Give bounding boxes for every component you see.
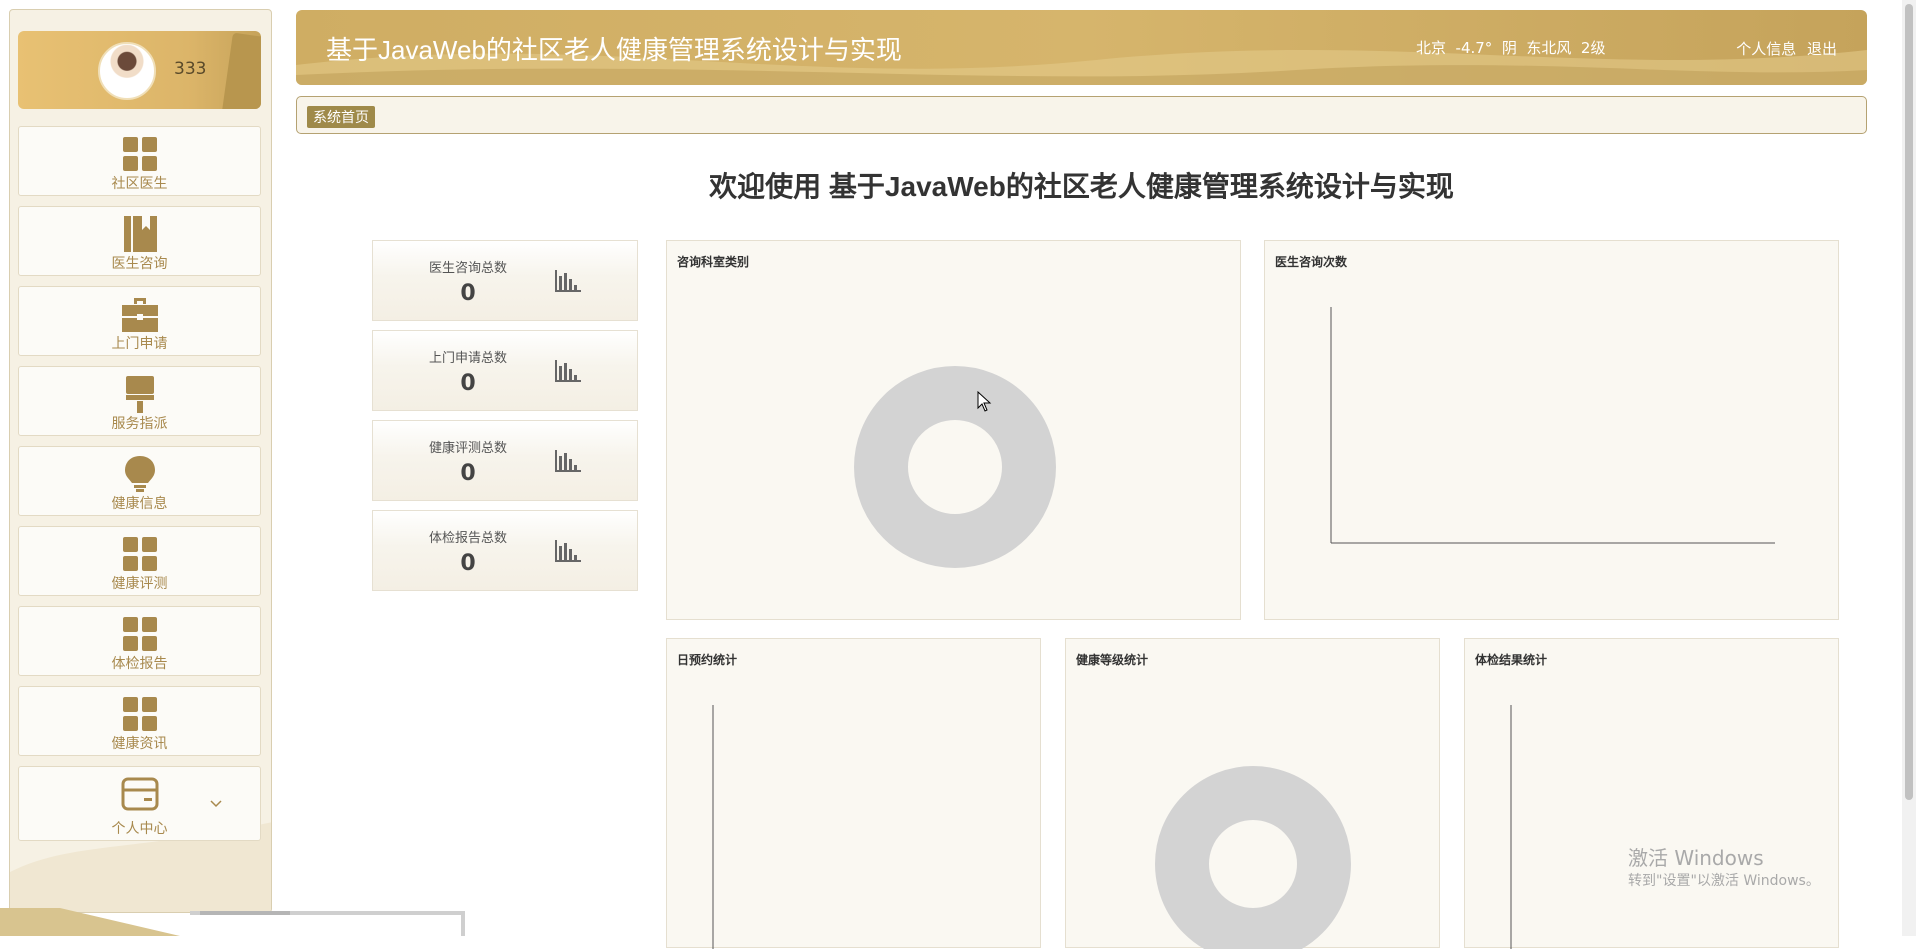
bar-chart-icon bbox=[555, 540, 581, 562]
stat-card-checkup: 体检报告总数 0 bbox=[372, 510, 638, 591]
sidebar-item-label: 个人中心 bbox=[111, 821, 168, 837]
stat-value: 0 bbox=[460, 551, 476, 576]
sidebar-item-label: 服务指派 bbox=[111, 416, 168, 432]
card-fold-decoration bbox=[221, 32, 261, 109]
stat-card-eval: 健康评测总数 0 bbox=[372, 420, 638, 501]
grid-icon bbox=[122, 697, 157, 731]
bar-chart-icon bbox=[555, 360, 581, 382]
stat-value: 0 bbox=[460, 371, 476, 396]
top-header: 基于JavaWeb的社区老人健康管理系统设计与实现 北京 -4.7° 阴 东北风… bbox=[296, 10, 1867, 85]
grid-icon bbox=[122, 617, 157, 651]
sidebar-item-label: 医生咨询 bbox=[111, 256, 168, 272]
lightbulb-icon bbox=[124, 456, 155, 492]
chart-panel-health-level: 健康等级统计 bbox=[1065, 638, 1441, 949]
stat-value: 0 bbox=[460, 281, 476, 306]
welcome-heading: 欢迎使用 基于JavaWeb的社区老人健康管理系统设计与实现 bbox=[709, 171, 1454, 202]
scrollbar-thumb[interactable] bbox=[1905, 4, 1913, 800]
chevron-down-icon[interactable] bbox=[210, 797, 222, 809]
donut-chart[interactable] bbox=[667, 241, 1242, 621]
bar-chart-icon bbox=[555, 270, 581, 292]
background-decoration bbox=[0, 908, 465, 936]
breadcrumb-home[interactable]: 系统首页 bbox=[307, 106, 375, 128]
brush-icon bbox=[125, 376, 154, 413]
stat-card-visit: 上门申请总数 0 bbox=[372, 330, 638, 411]
chart-panel-consult-dept: 咨询科室类别 bbox=[666, 240, 1241, 620]
stat-label: 医生咨询总数 bbox=[428, 261, 507, 276]
empty-donut-ring bbox=[854, 366, 1056, 568]
bar-chart-icon bbox=[555, 450, 581, 472]
windows-activation-hint: 转到"设置"以激活 Windows。 bbox=[1628, 873, 1820, 889]
logout-link[interactable]: 退出 bbox=[1807, 40, 1837, 58]
bookmark-icon bbox=[123, 216, 157, 252]
line-chart[interactable] bbox=[667, 639, 1042, 949]
chart-panel-consult-count: 医生咨询次数 bbox=[1264, 240, 1839, 620]
sidebar-item-personal-center[interactable]: 个人中心 bbox=[18, 766, 261, 841]
stat-value: 0 bbox=[460, 461, 476, 486]
sidebar-item-service-assign[interactable]: 服务指派 bbox=[18, 366, 261, 436]
weather-info: 北京 -4.7° 阴 东北风 2级 bbox=[1416, 39, 1606, 57]
sidebar-item-community-doctor[interactable]: 社区医生 bbox=[18, 126, 261, 196]
page-scrollbar[interactable] bbox=[1902, 0, 1916, 936]
breadcrumb: 系统首页 bbox=[296, 96, 1867, 134]
stat-label: 体检报告总数 bbox=[428, 531, 507, 546]
empty-donut-ring bbox=[1155, 766, 1351, 949]
sidebar-item-home-visit[interactable]: 上门申请 bbox=[18, 286, 261, 356]
profile-link[interactable]: 个人信息 bbox=[1736, 40, 1796, 58]
donut-chart[interactable] bbox=[1066, 639, 1441, 949]
windows-activation-title: 激活 Windows bbox=[1628, 846, 1764, 870]
stat-card-consult: 医生咨询总数 0 bbox=[372, 240, 638, 321]
chart-panel-daily-booking: 日预约统计 bbox=[666, 638, 1042, 949]
avatar bbox=[98, 42, 156, 100]
username: 333 bbox=[174, 59, 207, 79]
sidebar-item-label: 健康资讯 bbox=[111, 736, 168, 752]
sidebar-item-label: 健康信息 bbox=[111, 496, 168, 512]
sidebar-item-health-info[interactable]: 健康信息 bbox=[18, 446, 261, 516]
header-links: 个人信息 退出 bbox=[1730, 38, 1837, 59]
sidebar-item-health-news[interactable]: 健康资讯 bbox=[18, 686, 261, 756]
sidebar-item-label: 上门申请 bbox=[111, 336, 168, 352]
card-icon bbox=[121, 777, 158, 811]
grid-icon bbox=[122, 137, 157, 171]
chart-panel-checkup-result: 体检结果统计 bbox=[1464, 638, 1840, 949]
sidebar-item-doctor-consult[interactable]: 医生咨询 bbox=[18, 206, 261, 276]
grid-icon bbox=[122, 537, 157, 571]
mouse-cursor-icon bbox=[977, 391, 992, 412]
stat-label: 上门申请总数 bbox=[428, 351, 507, 366]
line-chart[interactable] bbox=[1265, 241, 1840, 621]
app-title: 基于JavaWeb的社区老人健康管理系统设计与实现 bbox=[326, 35, 902, 65]
sidebar-item-label: 社区医生 bbox=[111, 176, 168, 192]
sidebar-item-checkup-report[interactable]: 体检报告 bbox=[18, 606, 261, 676]
sidebar-item-health-eval[interactable]: 健康评测 bbox=[18, 526, 261, 596]
line-chart[interactable] bbox=[1465, 639, 1840, 949]
sidebar-item-label: 健康评测 bbox=[111, 576, 168, 592]
briefcase-icon bbox=[121, 298, 158, 332]
sidebar-item-label: 体检报告 bbox=[111, 656, 168, 672]
stat-label: 健康评测总数 bbox=[428, 441, 507, 456]
sidebar: 333 社区医生 医生咨询 上门申请 服务指派 健康信息 健康评测 体检报告 健… bbox=[9, 9, 272, 913]
user-card[interactable]: 333 bbox=[18, 31, 261, 109]
